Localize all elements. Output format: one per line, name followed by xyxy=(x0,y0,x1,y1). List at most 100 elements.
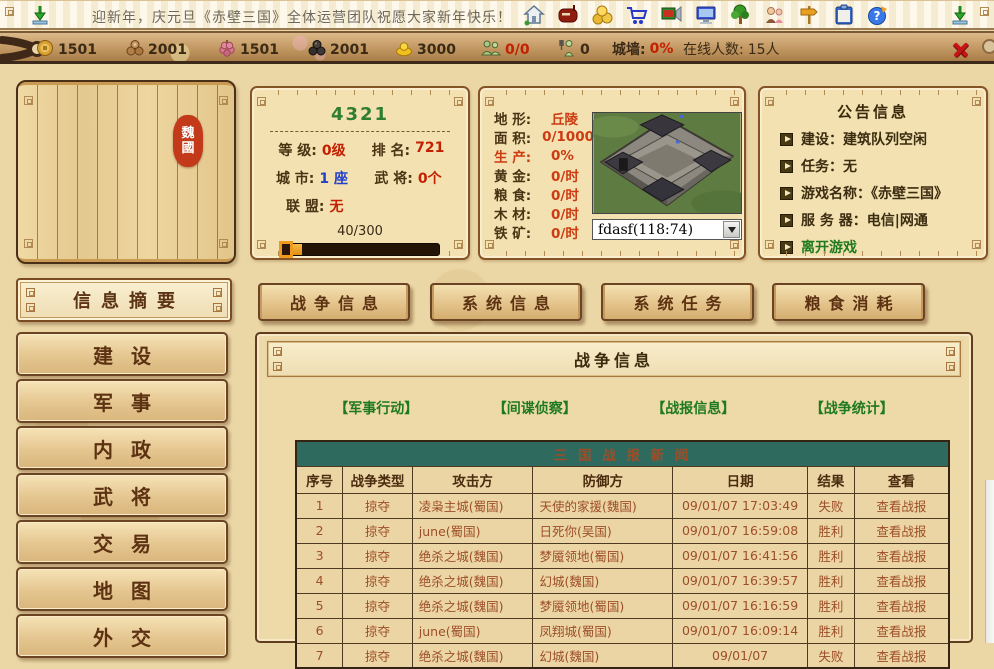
battle-report-table: 三 国 战 报 新 闻 序号 战争类型 攻击方 防御方 日期 结果 查看 1 掠… xyxy=(295,440,950,669)
cell-defender: 凤翔城(蜀国) xyxy=(533,618,673,643)
link-military-action[interactable]: 【军事行动】 xyxy=(334,398,418,418)
rank-value: 721 xyxy=(415,140,444,160)
announcement-item: 任务：无 xyxy=(780,156,986,176)
wall-label: 城墙: xyxy=(612,39,646,59)
tab-food-consumption[interactable]: 粮食消耗 xyxy=(772,283,925,321)
signpost-icon[interactable] xyxy=(797,3,821,27)
sidebar-item-internal-affairs[interactable]: 内政 xyxy=(16,426,228,470)
view-report-link[interactable]: 查看战报 xyxy=(876,524,926,539)
coins-icon[interactable] xyxy=(591,3,615,27)
link-spy-recon[interactable]: 【间谍侦察】 xyxy=(493,398,577,418)
download-icon[interactable] xyxy=(948,3,972,27)
cell-defender: 幻城(魏国) xyxy=(533,643,673,668)
gold-icon xyxy=(395,39,413,61)
col-view: 查看 xyxy=(854,466,949,493)
cell-defender: 天使的家援(魏国) xyxy=(533,493,673,518)
announcement-title: 公告信息 xyxy=(760,101,986,122)
view-report-link[interactable]: 查看战报 xyxy=(876,574,926,589)
cell-type: 掠夺 xyxy=(343,643,413,668)
cell-defender: 幻城(魏国) xyxy=(533,568,673,593)
sidebar-item-military[interactable]: 军事 xyxy=(16,379,228,423)
tab-war-info[interactable]: 战争信息 xyxy=(258,283,410,321)
sidebar-item-label: 交易 xyxy=(93,528,169,557)
sidebar-item-trade[interactable]: 交易 xyxy=(16,520,228,564)
city-selector[interactable]: fdasf(118:74) xyxy=(592,219,742,240)
faction-board: 魏 國 xyxy=(16,80,236,264)
view-report-link[interactable]: 查看战报 xyxy=(876,599,926,614)
tree-icon[interactable] xyxy=(728,3,752,27)
tab-system-info[interactable]: 系统信息 xyxy=(430,283,582,321)
cell-seq: 3 xyxy=(296,543,343,568)
corner-ornament xyxy=(980,7,989,16)
progress-text: 40/300 xyxy=(252,224,468,239)
level-value: 0级 xyxy=(322,140,346,160)
cell-type: 掠夺 xyxy=(343,543,413,568)
cell-seq: 1 xyxy=(296,493,343,518)
sidebar-item-generals[interactable]: 武将 xyxy=(16,473,228,517)
download-icon[interactable] xyxy=(28,3,52,27)
svg-text:?: ? xyxy=(873,9,880,23)
cell-result: 胜利 xyxy=(808,593,855,618)
cell-attacker: 绝杀之城(魏国) xyxy=(412,593,533,618)
cell-result: 胜利 xyxy=(808,518,855,543)
generals-label: 武 将: xyxy=(374,168,412,188)
view-report-link[interactable]: 查看战报 xyxy=(876,499,926,514)
resource-gold: 3000 xyxy=(395,39,456,61)
sidebar-item-summary[interactable]: 信息摘要 xyxy=(16,278,232,322)
sidebar-item-label: 武将 xyxy=(93,481,169,510)
sidebar-item-label: 内政 xyxy=(93,434,169,463)
monitor-icon[interactable] xyxy=(694,3,718,27)
tab-label: 粮食消耗 xyxy=(804,290,900,314)
gold-value: 3000 xyxy=(417,42,456,58)
corner-ornament xyxy=(219,239,228,248)
cell-result: 胜利 xyxy=(808,568,855,593)
welcome-message: 迎新年，庆元旦《赤壁三国》全体运营团队祝愿大家新年快乐！ xyxy=(92,7,512,27)
cell-date: 09/01/07 16:59:08 xyxy=(673,518,808,543)
cell-date: 09/01/07 16:41:56 xyxy=(673,543,808,568)
billboard-icon[interactable] xyxy=(660,3,684,27)
sidebar-item-label: 外交 xyxy=(93,622,169,651)
friends-icon[interactable] xyxy=(763,3,787,27)
cell-type: 掠夺 xyxy=(343,493,413,518)
generals-value: 0个 xyxy=(418,168,442,188)
table-row: 6 掠夺 june(蜀国) 凤翔城(蜀国) 09/01/07 16:09:14 … xyxy=(296,618,949,643)
close-icon[interactable] xyxy=(951,40,971,60)
city-stats-panel: 地 形:丘陵 面 积:0/1000 生 产:0% 黄 金:0/时 粮 食:0/时… xyxy=(478,86,746,260)
iron-icon xyxy=(308,39,326,61)
clipboard-icon[interactable] xyxy=(832,3,856,27)
sidebar-item-map[interactable]: 地图 xyxy=(16,567,228,611)
cell-attacker: june(蜀国) xyxy=(412,518,533,543)
wood-icon xyxy=(126,39,144,61)
link-war-statistics[interactable]: 【战争统计】 xyxy=(810,398,894,418)
col-defender: 防御方 xyxy=(533,466,673,493)
home-icon[interactable] xyxy=(522,3,546,27)
chevron-down-icon[interactable] xyxy=(723,221,740,238)
help-icon[interactable]: ? xyxy=(866,3,890,27)
cell-date: 09/01/07 xyxy=(673,643,808,668)
cart-icon[interactable] xyxy=(625,3,649,27)
tab-label: 系统任务 xyxy=(633,290,729,314)
sidebar-item-diplomacy[interactable]: 外交 xyxy=(16,614,228,658)
col-result: 结果 xyxy=(808,466,855,493)
cell-seq: 6 xyxy=(296,618,343,643)
castle-image xyxy=(592,112,742,214)
col-seq: 序号 xyxy=(296,466,343,493)
scrollbar[interactable] xyxy=(985,480,994,643)
wall-status: 城墙: 0% xyxy=(612,39,673,59)
resource-wood: 2001 xyxy=(126,39,187,61)
arrow-bullet-icon xyxy=(780,133,793,146)
view-report-link[interactable]: 查看战报 xyxy=(876,649,926,664)
online-label: 在线人数: xyxy=(683,39,744,59)
toolbar-icons: ? xyxy=(522,3,890,27)
tab-system-tasks[interactable]: 系统任务 xyxy=(601,283,754,321)
table-row: 7 掠夺 绝杀之城(魏国) 幻城(魏国) 09/01/07 失败 查看战报 xyxy=(296,643,949,668)
mailbox-icon[interactable] xyxy=(556,3,580,27)
view-report-link[interactable]: 查看战报 xyxy=(876,549,926,564)
arrow-bullet-icon xyxy=(780,160,793,173)
sidebar-item-build[interactable]: 建设 xyxy=(16,332,228,376)
cell-attacker: june(蜀国) xyxy=(412,618,533,643)
table-caption-row: 三 国 战 报 新 闻 xyxy=(296,441,949,466)
view-report-link[interactable]: 查看战报 xyxy=(876,624,926,639)
announcement-panel: 公告信息 建设：建筑队列空闲 任务：无 游戏名称：《赤壁三国》 服 务 器：电信… xyxy=(758,86,988,260)
link-battle-report[interactable]: 【战报信息】 xyxy=(651,398,735,418)
